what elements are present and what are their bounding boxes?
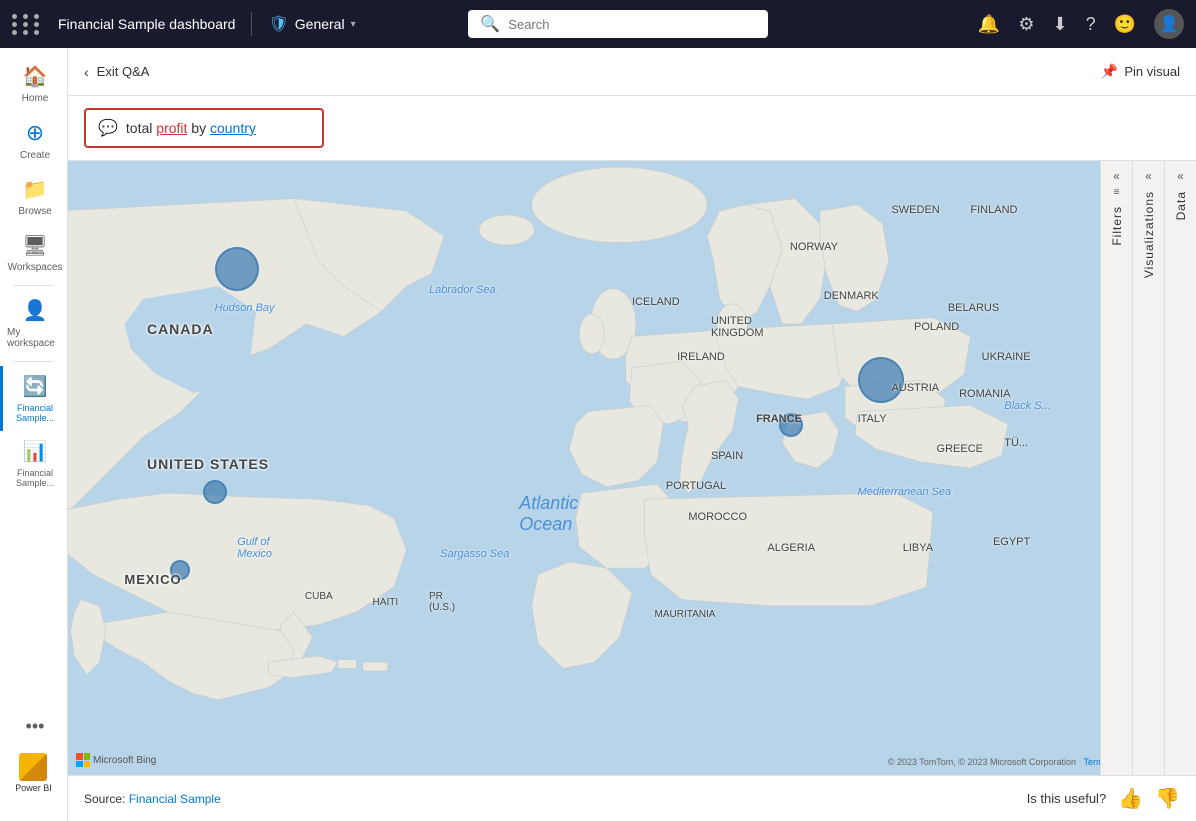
- mexico-data-bubble[interactable]: [170, 560, 190, 580]
- sidebar-bottom: ••• Power BI: [15, 696, 52, 813]
- sidebar-item-create-label: Create: [20, 150, 50, 161]
- filters-panel-tab[interactable]: « ≡ Filters: [1100, 161, 1132, 775]
- visualizations-label: Visualizations: [1142, 183, 1156, 286]
- map-container[interactable]: CANADA UNITED STATES MEXICO ICELAND SWED…: [68, 161, 1196, 775]
- financial-sample-2-icon: 📊: [23, 439, 48, 464]
- notifications-icon[interactable]: 🔔: [978, 14, 1000, 35]
- powerbi-label: Power BI: [15, 783, 52, 793]
- sidebar-item-workspaces-label: Workspaces: [8, 262, 63, 273]
- qa-input-area: 💬 total profit by country: [68, 96, 1196, 161]
- download-icon[interactable]: ⬇: [1052, 14, 1067, 35]
- app-title: Financial Sample dashboard: [58, 16, 235, 32]
- sidebar-item-browse-label: Browse: [18, 206, 51, 217]
- germany-data-bubble[interactable]: [858, 357, 904, 403]
- home-icon: 🏠: [23, 64, 48, 89]
- filter-lines-icon: ≡: [1114, 187, 1120, 198]
- source-prefix: Source:: [84, 792, 129, 806]
- profit-highlight: profit: [156, 120, 187, 136]
- topbar-icons: 🔔 ⚙ ⬇ ? 🙂 👤: [978, 9, 1184, 39]
- sidebar-item-home-label: Home: [22, 93, 49, 104]
- data-label: Data: [1174, 183, 1188, 228]
- exit-qa-button[interactable]: ‹ Exit Q&A: [84, 64, 149, 80]
- filters-label: Filters: [1110, 198, 1124, 254]
- app-launcher-button[interactable]: [12, 14, 42, 35]
- settings-icon[interactable]: ⚙: [1018, 14, 1034, 35]
- back-arrow-icon: ‹: [84, 64, 89, 80]
- pin-icon: 📌: [1101, 63, 1118, 80]
- topbar: Financial Sample dashboard 🛡 General ▾ 🔍…: [0, 0, 1196, 48]
- useful-text: Is this useful?: [1027, 791, 1107, 806]
- collapse-left-icon: «: [1113, 169, 1120, 183]
- bing-logo: Microsoft Bing: [76, 753, 156, 767]
- avatar-icon: 👤: [1159, 14, 1179, 34]
- qa-header: ‹ Exit Q&A 📌 Pin visual: [68, 48, 1196, 96]
- powerbi-logo: [19, 753, 47, 781]
- chat-icon: 💬: [98, 118, 118, 138]
- sidebar: 🏠 Home ⊕ Create 📁 Browse 🖥 Workspaces 👤 …: [0, 48, 68, 821]
- shield-icon: 🛡: [268, 14, 288, 34]
- qa-input-box[interactable]: 💬 total profit by country: [84, 108, 324, 148]
- map-and-panels: CANADA UNITED STATES MEXICO ICELAND SWED…: [68, 161, 1196, 775]
- workspaces-icon: 🖥: [22, 233, 47, 258]
- thumbs-up-button[interactable]: 👍: [1118, 786, 1143, 811]
- france-data-bubble[interactable]: [779, 413, 803, 437]
- sidebar-item-financial-sample-2[interactable]: 📊 Financial Sample...: [0, 431, 67, 496]
- sidebar-item-create[interactable]: ⊕ Create: [0, 112, 67, 169]
- workspace-name: General: [295, 16, 345, 32]
- sidebar-divider: [14, 285, 54, 286]
- sidebar-divider-2: [14, 361, 54, 362]
- sidebar-item-home[interactable]: 🏠 Home: [0, 56, 67, 112]
- right-panels: « ≡ Filters « Visualizations « Data: [1100, 161, 1196, 775]
- financial-sample-1-icon: 🔄: [23, 374, 48, 399]
- create-icon: ⊕: [26, 120, 44, 146]
- visualizations-panel-tab[interactable]: « Visualizations: [1132, 161, 1164, 775]
- my-workspace-icon: 👤: [23, 298, 48, 323]
- search-bar[interactable]: 🔍: [468, 10, 768, 38]
- avatar[interactable]: 👤: [1154, 9, 1184, 39]
- country-highlight: country: [210, 120, 256, 136]
- canada-data-bubble[interactable]: [215, 247, 259, 291]
- useful-area: Is this useful? 👍 👎: [1027, 786, 1180, 811]
- search-input[interactable]: [508, 17, 756, 32]
- sidebar-item-my-workspace-label: My workspace: [7, 327, 63, 349]
- main-layout: 🏠 Home ⊕ Create 📁 Browse 🖥 Workspaces 👤 …: [0, 48, 1196, 821]
- chevron-down-icon: ▾: [351, 19, 356, 30]
- data-panel-tab[interactable]: « Data: [1164, 161, 1196, 775]
- sidebar-item-financial-sample-1[interactable]: 🔄 Financial Sample...: [0, 366, 67, 431]
- collapse-left-2-icon: «: [1145, 169, 1152, 183]
- help-icon[interactable]: ?: [1086, 14, 1096, 35]
- panel-tabs: « ≡ Filters « Visualizations « Data: [1100, 161, 1196, 775]
- sidebar-item-my-workspace[interactable]: 👤 My workspace: [0, 290, 67, 357]
- exit-qa-label: Exit Q&A: [97, 64, 150, 79]
- content-area: ‹ Exit Q&A 📌 Pin visual 💬 total profit b…: [68, 48, 1196, 821]
- sidebar-item-workspaces[interactable]: 🖥 Workspaces: [0, 225, 67, 281]
- pin-visual-button[interactable]: 📌 Pin visual: [1101, 63, 1180, 80]
- collapse-left-3-icon: «: [1177, 169, 1184, 183]
- sidebar-more-button[interactable]: •••: [15, 708, 52, 745]
- browse-icon: 📁: [23, 177, 48, 202]
- source-text: Source: Financial Sample: [84, 790, 221, 808]
- workspace-selector[interactable]: 🛡 General ▾: [268, 14, 355, 34]
- topbar-divider: [251, 12, 252, 36]
- more-icon: •••: [26, 716, 45, 737]
- qa-input-text: total profit by country: [126, 120, 256, 136]
- search-icon: 🔍: [480, 14, 500, 34]
- thumbs-down-button[interactable]: 👎: [1155, 786, 1180, 811]
- pin-label: Pin visual: [1124, 64, 1180, 79]
- sidebar-item-financial-sample-2-label: Financial Sample...: [7, 468, 63, 488]
- sidebar-item-browse[interactable]: 📁 Browse: [0, 169, 67, 225]
- footer: Source: Financial Sample Is this useful?…: [68, 775, 1196, 821]
- source-link[interactable]: Financial Sample: [129, 792, 221, 806]
- sidebar-item-financial-sample-1-label: Financial Sample...: [7, 403, 63, 423]
- copyright-text: © 2023 TomTom, © 2023 Microsoft Corporat…: [888, 757, 1076, 767]
- feedback-icon[interactable]: 🙂: [1114, 14, 1136, 35]
- bing-text: Microsoft Bing: [93, 755, 156, 766]
